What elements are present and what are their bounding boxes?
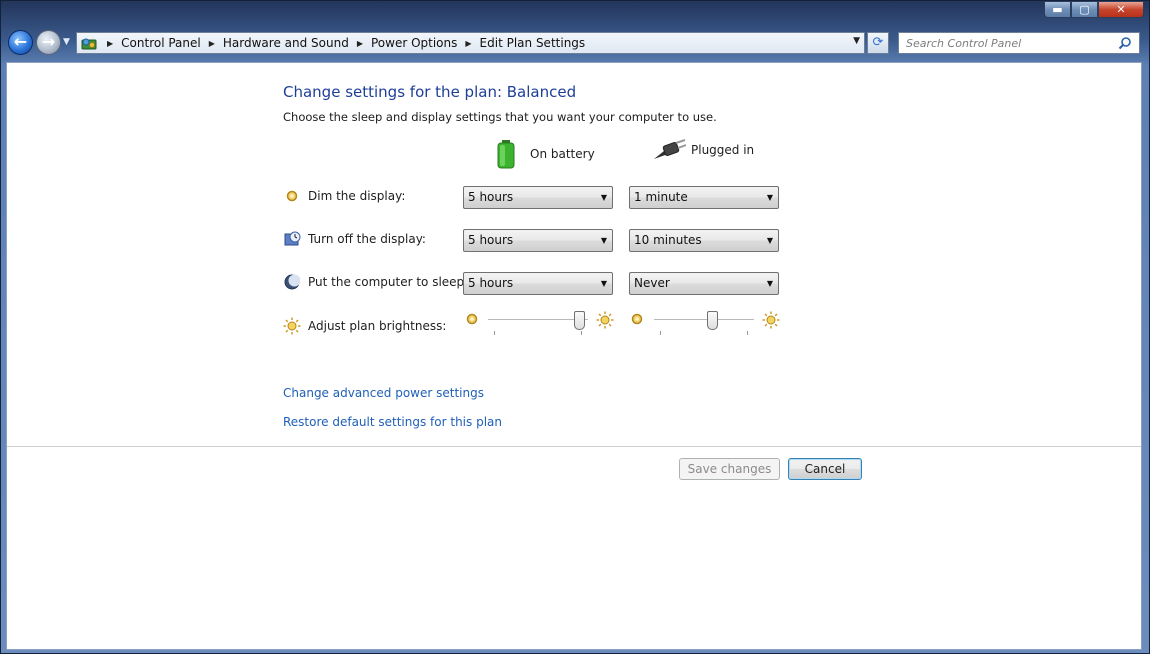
turn-off-display-on-battery-select[interactable]: 5 hours ▼	[463, 229, 613, 252]
address-history-chevron-icon[interactable]: ▼	[853, 36, 860, 46]
turn-off-display-row-label: Turn off the display:	[283, 230, 426, 248]
brightness-row-label: Adjust plan brightness:	[283, 317, 446, 335]
slider-track	[488, 319, 588, 321]
maximize-button[interactable]: ▢	[1071, 1, 1098, 18]
power-plug-icon	[654, 139, 686, 159]
brightness-plugged-in-thumb[interactable]	[707, 311, 718, 330]
brightness-on-battery-slider[interactable]	[488, 311, 590, 341]
dropdown-arrow-icon: ▼	[600, 279, 607, 288]
dim-display-on-battery-value: 5 hours	[468, 190, 514, 204]
slider-tick	[747, 331, 748, 335]
turn-off-display-label: Turn off the display:	[308, 232, 426, 246]
breadcrumb-edit-plan-settings[interactable]: Edit Plan Settings	[480, 36, 586, 50]
brightness-high-icon	[762, 311, 780, 329]
display-timer-icon	[283, 230, 301, 248]
dim-brightness-icon	[283, 187, 301, 205]
brightness-high-icon	[596, 311, 614, 329]
change-advanced-power-settings-link[interactable]: Change advanced power settings	[283, 386, 484, 400]
brightness-label: Adjust plan brightness:	[308, 319, 447, 333]
turn-off-display-on-battery-value: 5 hours	[468, 233, 514, 247]
back-button[interactable]: ←	[8, 30, 33, 55]
turn-off-display-plugged-in-select[interactable]: 10 minutes ▼	[629, 229, 779, 252]
chevron-right-icon[interactable]: ▶	[107, 39, 113, 48]
refresh-button[interactable]: ⟳	[867, 32, 889, 54]
search-box[interactable]	[898, 32, 1140, 54]
address-bar[interactable]: ▶ Control Panel ▶ Hardware and Sound ▶ P…	[76, 32, 865, 54]
window-frame: ▬ ▢ ✕ ← → ▼ ▶ Control Panel ▶ Hardware a…	[0, 0, 1150, 654]
forward-button[interactable]: →	[36, 30, 61, 55]
chevron-right-icon[interactable]: ▶	[465, 39, 471, 48]
sleep-label: Put the computer to sleep:	[308, 275, 469, 289]
sleep-on-battery-value: 5 hours	[468, 276, 514, 290]
page-subtitle: Choose the sleep and display settings th…	[283, 110, 717, 124]
recent-pages-chevron-icon[interactable]: ▼	[63, 37, 70, 47]
dropdown-arrow-icon: ▼	[766, 193, 773, 202]
brightness-on-battery-thumb[interactable]	[574, 311, 585, 330]
slider-tick	[660, 331, 661, 335]
cancel-button[interactable]: Cancel	[788, 458, 862, 480]
chevron-right-icon[interactable]: ▶	[209, 39, 215, 48]
dim-display-plugged-in-value: 1 minute	[634, 190, 688, 204]
caption-buttons: ▬ ▢ ✕	[1044, 1, 1144, 19]
brightness-plugged-in-slider[interactable]	[654, 311, 756, 341]
control-panel-icon	[79, 34, 99, 52]
slider-tick	[581, 331, 582, 335]
dropdown-arrow-icon: ▼	[600, 193, 607, 202]
turn-off-display-plugged-in-value: 10 minutes	[634, 233, 702, 247]
sleep-moon-icon	[283, 273, 301, 291]
column-header-plugged-in: Plugged in	[652, 139, 754, 161]
slider-track	[654, 319, 754, 321]
page-title: Change settings for the plan: Balanced	[283, 83, 577, 101]
battery-icon	[497, 140, 515, 169]
search-icon[interactable]	[1118, 36, 1132, 50]
sleep-plugged-in-value: Never	[634, 276, 670, 290]
save-changes-button[interactable]: Save changes	[679, 458, 780, 480]
minimize-button[interactable]: ▬	[1044, 1, 1071, 18]
restore-default-settings-link[interactable]: Restore default settings for this plan	[283, 415, 502, 429]
slider-tick	[494, 331, 495, 335]
dim-display-plugged-in-select[interactable]: 1 minute ▼	[629, 186, 779, 209]
breadcrumb-control-panel[interactable]: Control Panel	[121, 36, 201, 50]
brightness-sun-icon	[283, 317, 301, 335]
close-button[interactable]: ✕	[1098, 1, 1144, 18]
refresh-icon: ⟳	[872, 35, 884, 50]
dropdown-arrow-icon: ▼	[766, 236, 773, 245]
plugged-in-label: Plugged in	[691, 143, 755, 157]
search-input[interactable]	[906, 34, 1116, 52]
breadcrumb-power-options[interactable]: Power Options	[371, 36, 457, 50]
brightness-low-icon	[631, 313, 643, 325]
navigation-bar: ← → ▼ ▶ Control Panel ▶ Hardware and Sou…	[1, 27, 1150, 59]
dim-display-on-battery-select[interactable]: 5 hours ▼	[463, 186, 613, 209]
sleep-on-battery-select[interactable]: 5 hours ▼	[463, 272, 613, 295]
chevron-right-icon[interactable]: ▶	[357, 39, 363, 48]
dim-display-label: Dim the display:	[308, 189, 406, 203]
divider	[7, 446, 1141, 447]
main-content: Change settings for the plan: Balanced C…	[6, 62, 1142, 650]
column-header-on-battery: On battery	[496, 139, 595, 169]
dropdown-arrow-icon: ▼	[600, 236, 607, 245]
on-battery-label: On battery	[530, 147, 595, 161]
brightness-low-icon	[466, 313, 478, 325]
breadcrumb-hardware-and-sound[interactable]: Hardware and Sound	[223, 36, 349, 50]
dropdown-arrow-icon: ▼	[766, 279, 773, 288]
sleep-plugged-in-select[interactable]: Never ▼	[629, 272, 779, 295]
sleep-row-label: Put the computer to sleep:	[283, 273, 468, 291]
dim-display-row-label: Dim the display:	[283, 187, 405, 205]
